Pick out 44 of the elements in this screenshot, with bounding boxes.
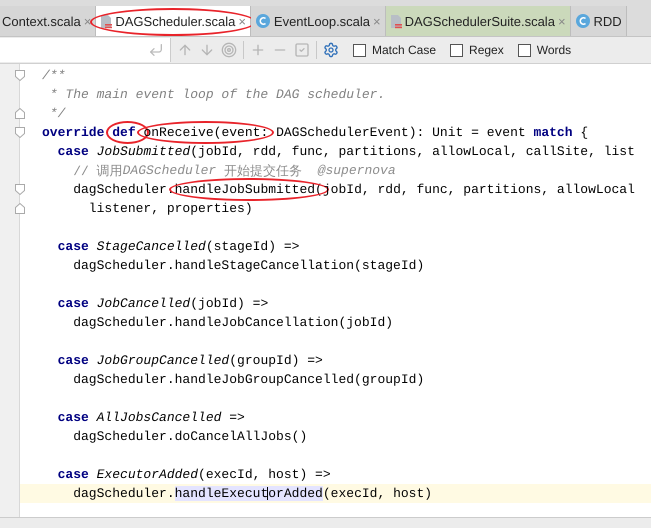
checkbox[interactable] xyxy=(450,44,464,56)
code-line: case JobGroupCancelled(groupId) => xyxy=(56,352,323,370)
code-line: dagScheduler.doCancelAllJobs() xyxy=(72,428,308,446)
code-line: */ xyxy=(48,105,66,123)
fold-marker-icon[interactable] xyxy=(15,184,25,195)
class-icon xyxy=(254,13,271,29)
fold-marker-icon[interactable] xyxy=(15,70,25,81)
fold-marker-icon[interactable] xyxy=(15,127,25,138)
option-label: Regex xyxy=(469,43,504,57)
fold-marker-icon[interactable] xyxy=(15,203,25,214)
close-icon[interactable]: × xyxy=(238,14,246,28)
code-line: listener, properties) xyxy=(88,200,253,218)
enter-icon xyxy=(148,42,164,58)
code-line: dagScheduler.handleStageCancellation(stageId) xyxy=(72,257,424,275)
code-line: dagScheduler.handleExecutorAdded(execId, host) xyxy=(72,485,432,503)
editor-tab[interactable]: EventLoop.scala × xyxy=(250,6,386,36)
code-line: // 调用DAGScheduler 开始提交任务 @supernova xyxy=(72,162,396,180)
code-line: dagScheduler.handleJobGroupCancelled(groupId) xyxy=(72,371,424,389)
code-line: case ExecutorAdded(execId, host) => xyxy=(56,466,331,484)
editor-tab[interactable]: DAGSchedulerSuite.scala × xyxy=(386,6,571,36)
code-line: /** xyxy=(41,67,66,85)
class-icon xyxy=(574,13,591,29)
find-icon[interactable] xyxy=(221,42,237,58)
select-icon[interactable] xyxy=(294,42,310,58)
editor-tab[interactable]: Context.scala × xyxy=(0,6,96,36)
fold-marker-icon[interactable] xyxy=(15,108,25,119)
code-line: case AllJobsCancelled => xyxy=(56,409,245,427)
editor-tab[interactable]: RDD xyxy=(570,6,627,36)
file-icon xyxy=(100,14,112,28)
option-label: Words xyxy=(536,43,572,57)
checkbox[interactable] xyxy=(518,44,531,56)
code-line: case StageCancelled(stageId) => xyxy=(56,238,300,256)
option-label: Match Case xyxy=(372,43,436,57)
code-line: case JobCancelled(jobId) => xyxy=(56,295,268,313)
previous-icon[interactable] xyxy=(177,42,193,58)
file-icon xyxy=(390,14,402,28)
add-icon[interactable] xyxy=(250,42,266,58)
search-field[interactable] xyxy=(0,38,171,62)
code-line: dagScheduler.handleJobCancellation(jobId) xyxy=(72,314,394,332)
code-line: case JobSubmitted(jobId, rdd, func, partitions, allowLocal, callSite, list xyxy=(56,143,635,161)
checkbox[interactable] xyxy=(353,44,366,56)
code-line: * The main event loop of the DAG scheduler. xyxy=(48,86,386,104)
settings-icon[interactable] xyxy=(323,42,339,58)
next-icon[interactable] xyxy=(199,42,215,58)
